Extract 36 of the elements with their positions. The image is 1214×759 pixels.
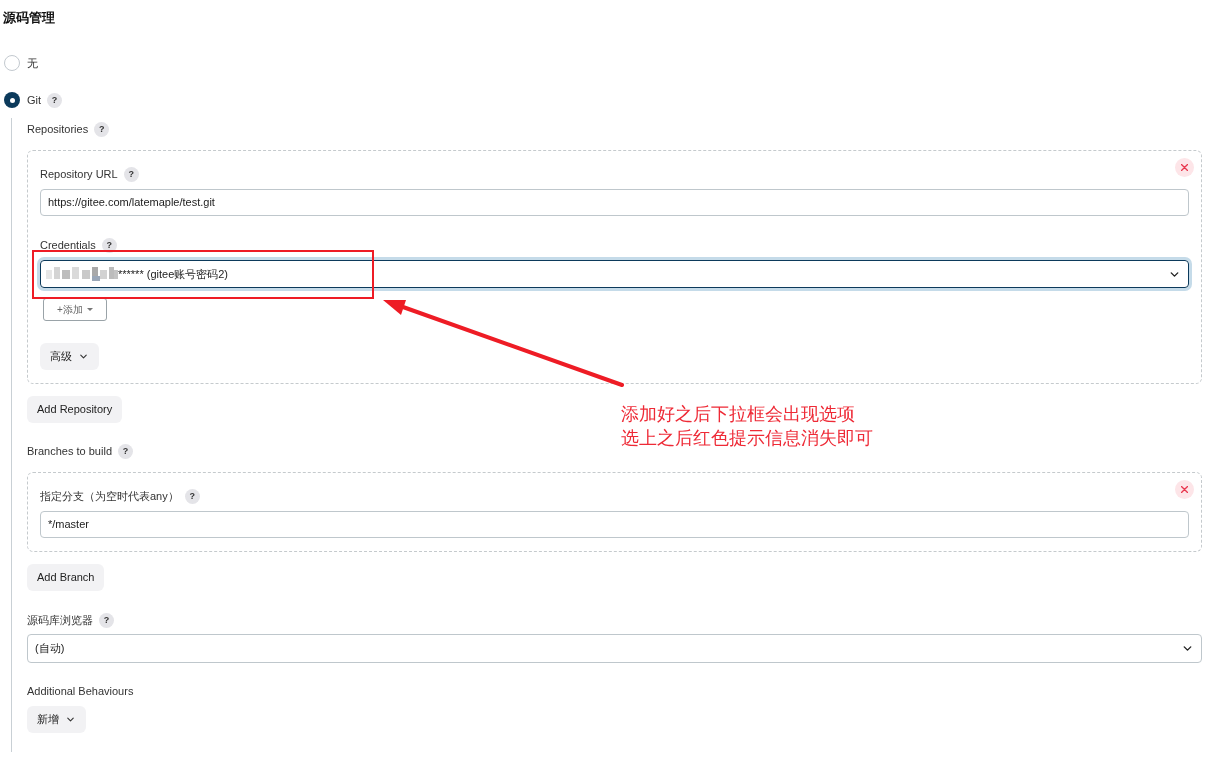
radio-button[interactable] [4, 92, 20, 108]
credentials-select[interactable]: ****** (gitee账号密码2) [40, 260, 1189, 288]
radio-button[interactable] [4, 55, 20, 71]
annotation-text: 选上之后红色提示信息消失即可 [621, 427, 873, 450]
section-title: 源码管理 [2, 9, 55, 27]
annotation-text: 添加好之后下拉框会出现选项 [621, 403, 856, 426]
chevron-down-icon [78, 351, 89, 362]
add-repository-button[interactable]: Add Repository [27, 396, 123, 423]
remove-button[interactable] [1175, 480, 1194, 499]
field-label: Repository URL [40, 166, 118, 182]
field-label: 源码库浏览器 [27, 612, 93, 628]
field-label: Branches to build [27, 443, 112, 459]
radio-label: Git [27, 92, 42, 108]
chevron-down-icon [65, 714, 76, 725]
help-button[interactable]: ? [184, 488, 200, 504]
add-branch-button[interactable]: Add Branch [27, 564, 105, 591]
field-label: Repositories [27, 121, 89, 137]
remove-button[interactable] [1175, 158, 1194, 177]
add-credentials-button[interactable]: +添加 [43, 298, 107, 321]
advanced-button[interactable]: 高级 [40, 343, 99, 370]
help-button[interactable]: ? [94, 121, 110, 137]
help-button[interactable]: ? [99, 612, 114, 628]
field-label: 指定分支（为空时代表any） [40, 488, 179, 504]
repository-url-field[interactable]: https://gitee.com/latemaple/test.git [40, 189, 1189, 216]
close-icon [1181, 486, 1188, 493]
help-button[interactable]: ? [123, 166, 139, 182]
close-icon [1181, 164, 1188, 171]
field-label: Credentials [40, 237, 96, 253]
caret-icon [86, 308, 93, 311]
radio-label: 无 [27, 55, 38, 71]
help-button[interactable]: ? [118, 443, 133, 459]
add-behaviour-button[interactable]: 新增 [27, 706, 86, 733]
help-button[interactable]: ? [47, 92, 63, 108]
repository-browser-select[interactable]: (自动) [27, 634, 1202, 663]
field-label: Additional Behaviours [27, 683, 134, 699]
branch-specifier-field[interactable]: */master [40, 511, 1189, 538]
